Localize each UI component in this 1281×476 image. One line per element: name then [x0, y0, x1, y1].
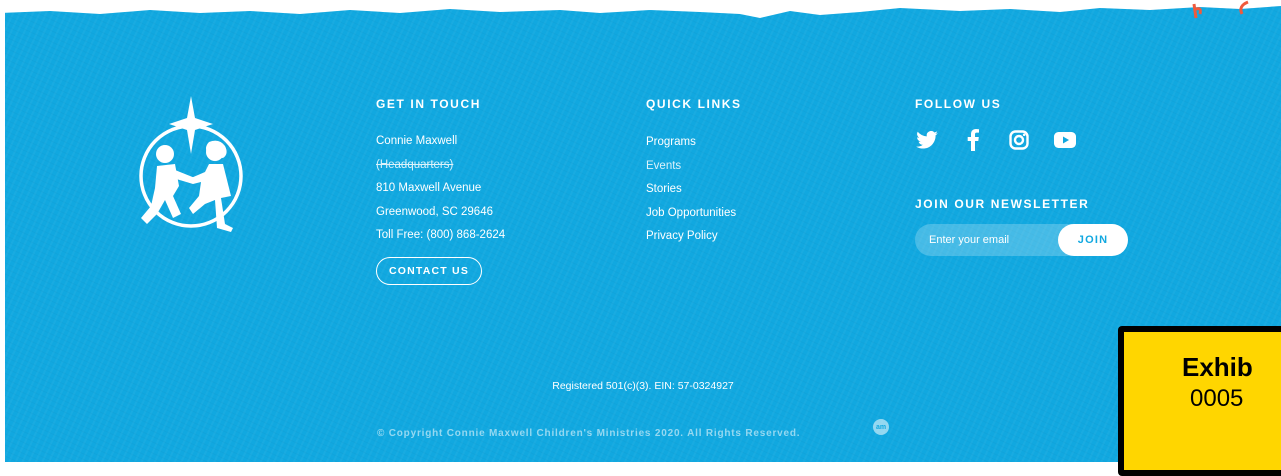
address-block: Connie Maxwell (Headquarters) 810 Maxwel…	[376, 130, 505, 248]
newsletter-form: JOIN	[915, 224, 1128, 256]
facebook-icon[interactable]	[961, 128, 985, 152]
phone-line: Toll Free: (800) 868-2624	[376, 229, 506, 241]
exhibit-label: Exhib 0005	[1124, 332, 1281, 470]
newsletter-heading: JOIN OUR NEWSLETTER	[915, 197, 1090, 211]
follow-us-heading: FOLLOW US	[915, 97, 1002, 111]
link-job-opportunities[interactable]: Job Opportunities	[646, 202, 736, 226]
torn-paper-edge	[0, 0, 1281, 18]
link-stories[interactable]: Stories	[646, 178, 736, 202]
registered-text: Registered 501(c)(3). EIN: 57-0324927	[552, 380, 734, 392]
email-input[interactable]	[915, 224, 1075, 256]
address-line: Greenwood, SC 29646	[376, 205, 493, 218]
get-in-touch-heading: GET IN TOUCH	[376, 97, 481, 111]
address-line: Connie Maxwell	[376, 135, 458, 147]
link-privacy-policy[interactable]: Privacy Policy	[646, 225, 736, 249]
youtube-icon[interactable]	[1053, 128, 1077, 152]
join-button[interactable]: JOIN	[1058, 224, 1128, 256]
exhibit-title: Exhib	[1182, 352, 1253, 382]
address-line: (Headquarters)	[376, 158, 454, 171]
copyright-text: © Copyright Connie Maxwell Children's Mi…	[377, 428, 801, 439]
instagram-icon[interactable]	[1007, 128, 1031, 152]
social-links	[915, 128, 1077, 152]
children-star-logo-icon	[139, 96, 243, 232]
agency-badge[interactable]: am	[873, 419, 889, 435]
quick-links-list: Programs Events Stories Job Opportunitie…	[646, 131, 736, 249]
quick-links-heading: QUICK LINKS	[646, 97, 742, 111]
link-programs[interactable]: Programs	[646, 131, 736, 155]
contact-us-button[interactable]: CONTACT US	[376, 257, 482, 285]
exhibit-sticker: Exhib 0005	[1118, 326, 1281, 476]
link-events[interactable]: Events	[646, 155, 736, 179]
twitter-icon[interactable]	[915, 128, 939, 152]
site-footer: GET IN TOUCH Connie Maxwell (Headquarter…	[5, 0, 1281, 462]
exhibit-number: 0005	[1190, 385, 1244, 412]
address-line: 810 Maxwell Avenue	[376, 182, 482, 194]
decorative-letters-icon	[1192, 0, 1249, 19]
